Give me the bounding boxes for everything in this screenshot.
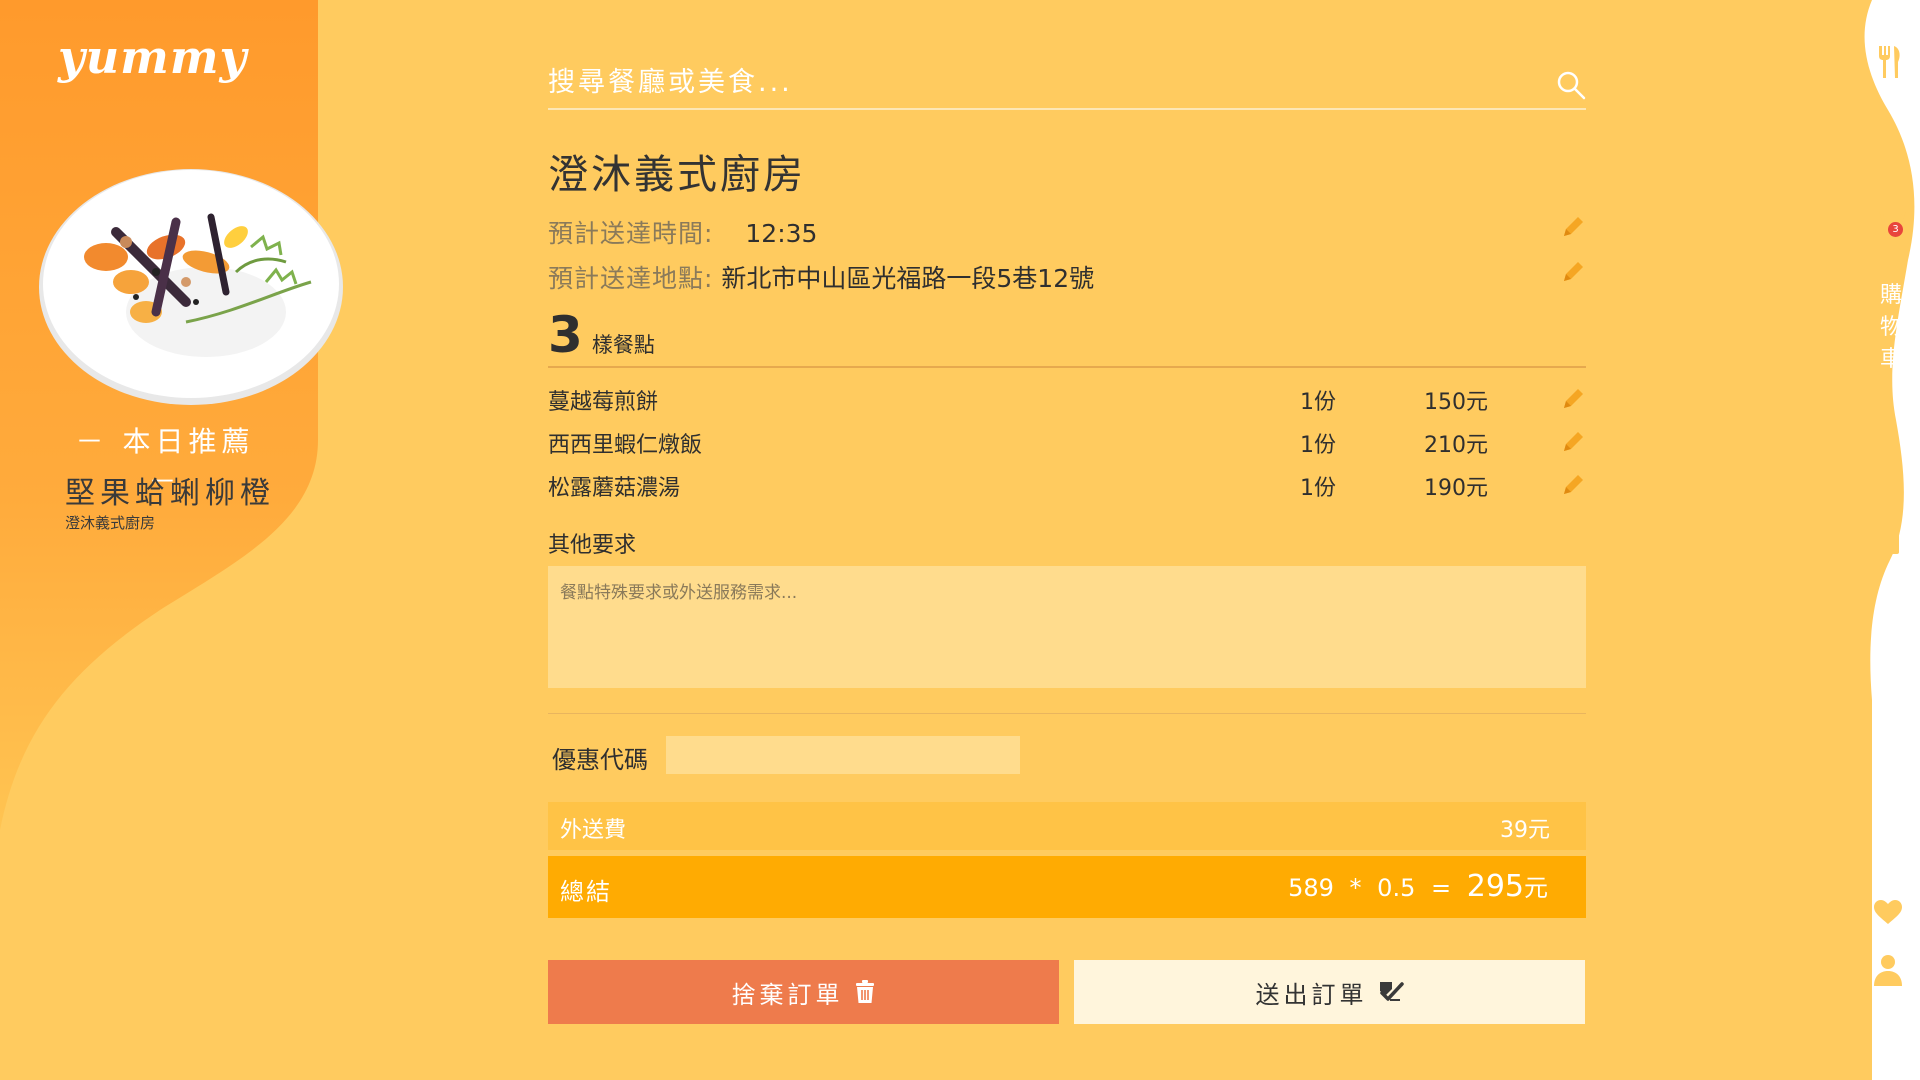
total-amount: 295 (1466, 869, 1524, 904)
search-input[interactable] (548, 62, 1508, 102)
discard-order-button[interactable]: 捨棄訂單 (548, 960, 1059, 1024)
user-icon[interactable] (1874, 954, 1902, 986)
item-qty: 1份 (1300, 390, 1336, 415)
item-name: 蔓越莓煎餅 (548, 390, 659, 415)
item-price: 190元 (1424, 476, 1488, 501)
coupon-label: 優惠代碼 (552, 746, 648, 774)
item-count-number: 3 (548, 306, 583, 364)
notes-label: 其他要求 (548, 533, 637, 558)
items-divider (548, 366, 1586, 368)
item-name: 松露蘑菇濃湯 (548, 476, 681, 501)
notepad-icon[interactable] (1876, 524, 1900, 554)
cart-label-char: 車 (1879, 347, 1902, 372)
notes-divider (548, 713, 1586, 714)
total-subtotal: 589 (1288, 874, 1334, 902)
brand-logo[interactable]: yummy (58, 30, 247, 84)
recommended-restaurant[interactable]: 澄沐義式廚房 (65, 512, 155, 533)
heart-icon[interactable] (1874, 900, 1902, 924)
signed-document-icon (1379, 982, 1404, 1001)
edit-item-pencil-icon[interactable] (1560, 386, 1586, 412)
item-count-suffix: 樣餐點 (591, 333, 655, 357)
total-unit: 元 (1524, 874, 1548, 902)
edit-item-pencil-icon[interactable] (1560, 429, 1586, 455)
eta-row: 預計送達時間: 12:35 (548, 214, 817, 250)
eta-label: 預計送達時間: (548, 219, 714, 248)
edit-address-pencil-icon[interactable] (1560, 259, 1586, 285)
item-qty: 1份 (1300, 433, 1336, 458)
recommended-dish-name[interactable]: 堅果蛤蜊柳橙 (65, 468, 275, 512)
edit-item-pencil-icon[interactable] (1560, 472, 1586, 498)
total-multiply-sign: * (1349, 874, 1362, 902)
item-count: 3 樣餐點 (548, 306, 655, 364)
search-bar (548, 62, 1586, 110)
submit-order-label: 送出訂單 (1255, 980, 1368, 1009)
cart-label[interactable]: 購 物 車 (1876, 280, 1906, 376)
order-item-row: 西西里蝦仁燉飯 1份 210元 (548, 427, 1586, 461)
total-label: 總結 (560, 878, 612, 906)
order-item-row: 蔓越莓煎餅 1份 150元 (548, 384, 1586, 418)
address-row: 預計送達地點: 新北市中山區光福路一段5巷12號 (548, 259, 1094, 295)
item-price: 150元 (1424, 390, 1488, 415)
cart-label-char: 物 (1879, 315, 1902, 340)
discard-order-label: 捨棄訂單 (731, 980, 844, 1009)
item-qty: 1份 (1300, 476, 1336, 501)
restaurant-title: 澄沐義式廚房 (548, 152, 806, 198)
submit-order-button[interactable]: 送出訂單 (1074, 960, 1585, 1024)
trash-icon (855, 980, 874, 1003)
delivery-fee-label: 外送費 (560, 818, 627, 843)
address-label: 預計送達地點: (548, 264, 714, 293)
coupon-input[interactable] (666, 736, 1020, 774)
cart-badge: 3 (1888, 222, 1903, 237)
cart-label-char: 購 (1879, 283, 1902, 308)
address-value: 新北市中山區光福路一段5巷12號 (721, 264, 1095, 293)
edit-eta-pencil-icon[interactable] (1560, 214, 1586, 240)
total-bar: 總結 589 * 0.5 = 295元 (548, 856, 1586, 918)
delivery-fee-value: 39元 (1500, 818, 1550, 843)
search-icon[interactable] (1556, 70, 1586, 100)
eta-value: 12:35 (745, 219, 818, 248)
total-discount: 0.5 (1377, 874, 1416, 902)
item-price: 210元 (1424, 433, 1488, 458)
total-formula: 589 * 0.5 = 295元 (1288, 868, 1548, 904)
notes-textarea[interactable] (548, 566, 1586, 688)
total-equals-sign: = (1430, 874, 1452, 902)
order-item-row: 松露蘑菇濃湯 1份 190元 (548, 470, 1586, 504)
item-name: 西西里蝦仁燉飯 (548, 433, 703, 458)
delivery-fee-bar: 外送費 39元 (548, 802, 1586, 850)
utensils-icon[interactable] (1876, 46, 1902, 78)
recommended-dish-image[interactable] (36, 162, 346, 407)
